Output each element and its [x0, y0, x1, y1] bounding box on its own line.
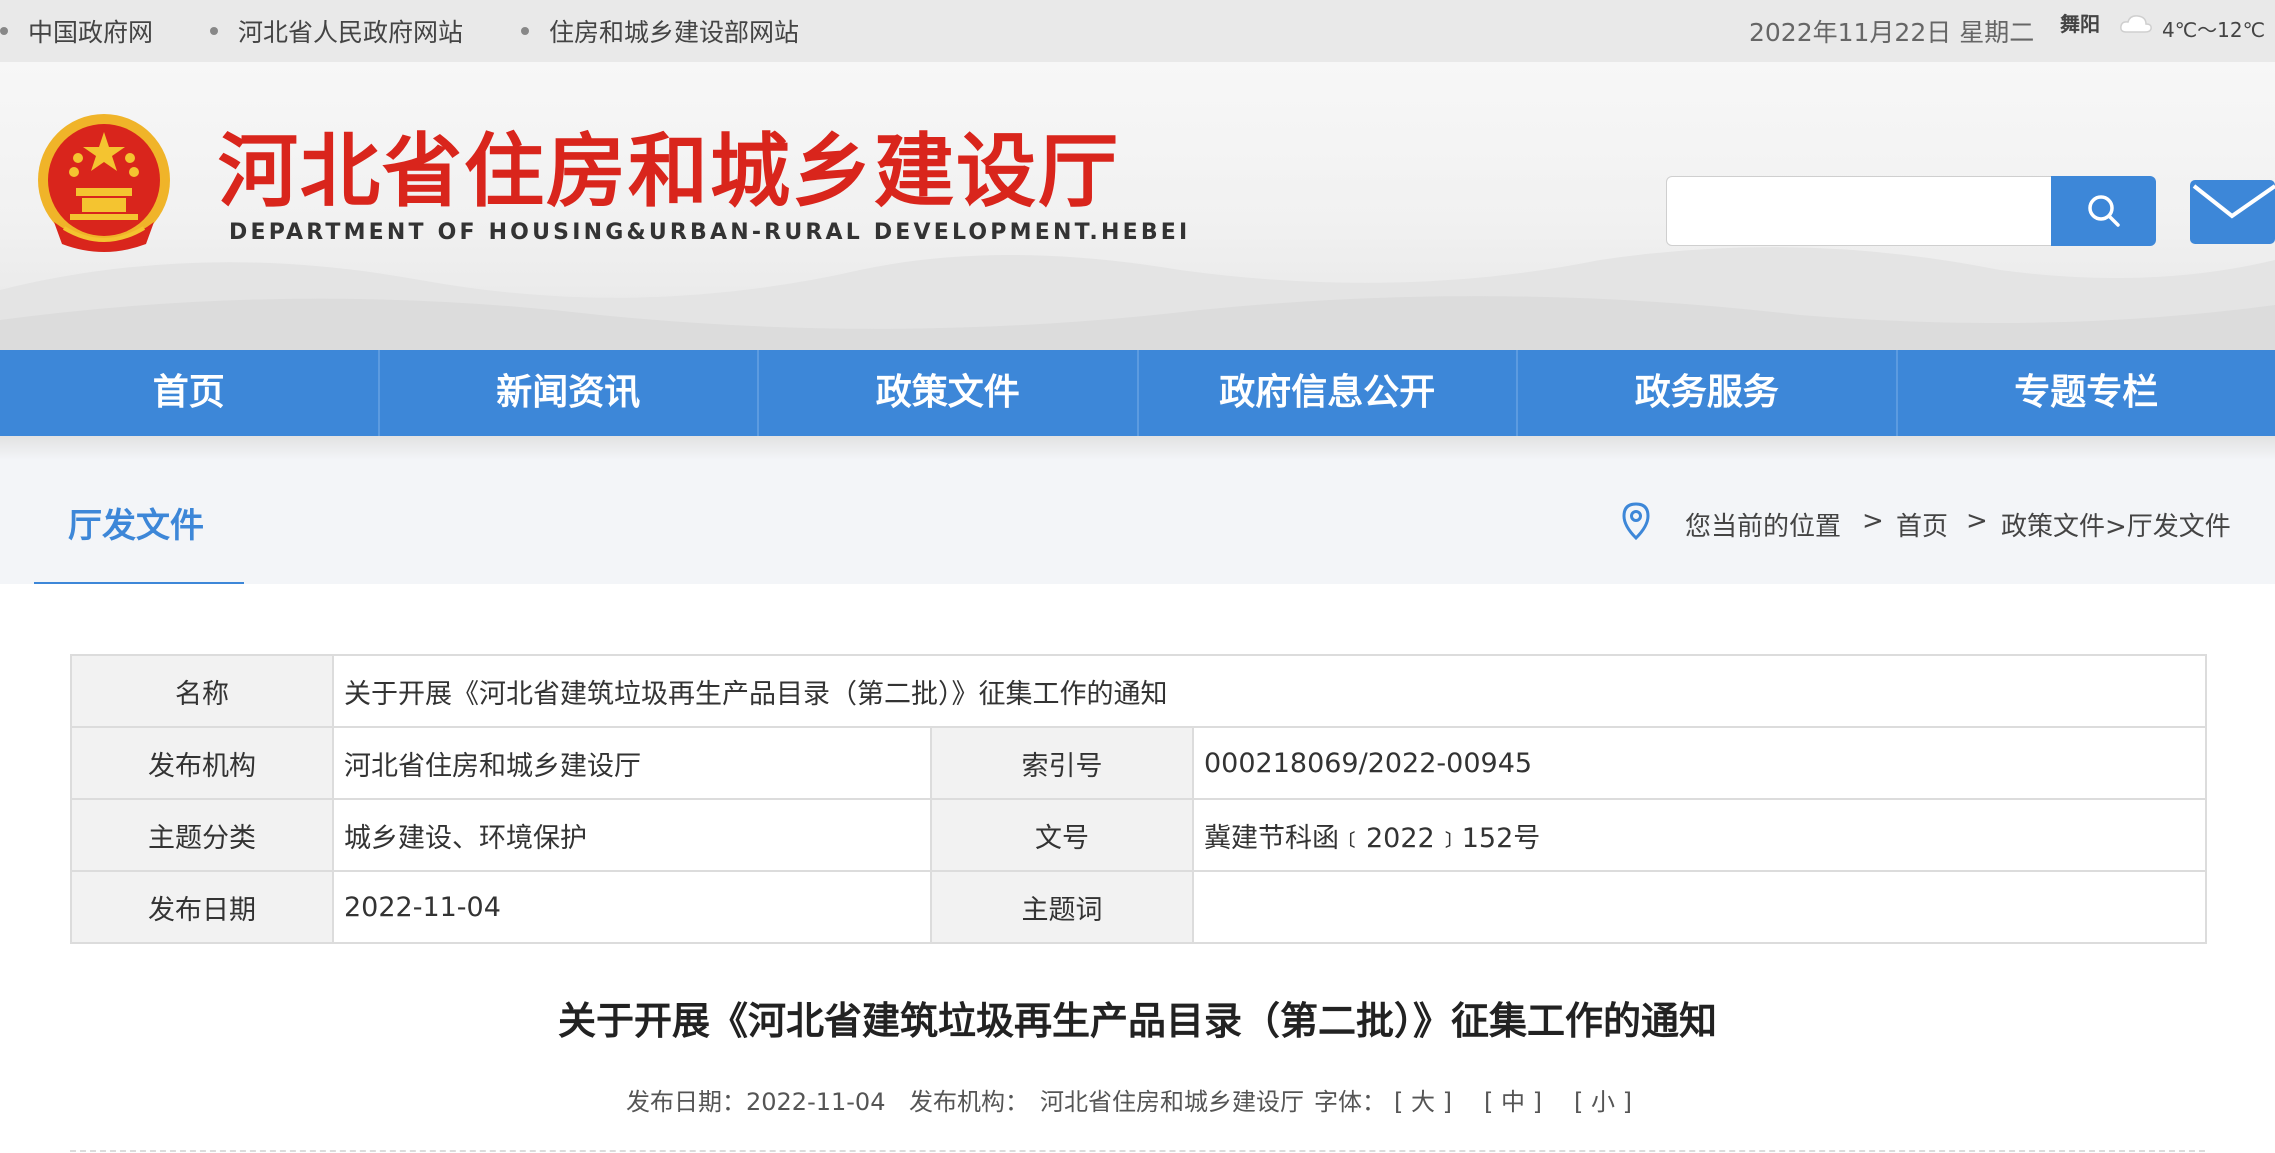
- location-pin-icon: [1622, 502, 1650, 540]
- article-date: 发布日期：2022-11-04: [626, 1088, 886, 1116]
- nav-gov-info[interactable]: 政府信息公开: [1139, 350, 1518, 436]
- breadcrumb-home-link[interactable]: 首页: [1896, 512, 1948, 542]
- table-row: 发布日期 2022-11-04 主题词: [70, 870, 2208, 944]
- search-input[interactable]: [1666, 176, 2052, 246]
- font-small-button[interactable]: [ 小 ]: [1574, 1082, 1632, 1117]
- section-title: 厅发文件: [68, 506, 204, 546]
- breadcrumb-path-link[interactable]: 政策文件>厅发文件: [2001, 512, 2231, 542]
- nav-home[interactable]: 首页: [0, 350, 380, 436]
- article-title: 关于开展《河北省建筑垃圾再生产品目录（第二批）》征集工作的通知: [557, 999, 1717, 1043]
- article-publisher-label: 发布机构：: [909, 1088, 1029, 1116]
- document-info-table: 名称 关于开展《河北省建筑垃圾再生产品目录（第二批）》征集工作的通知 发布机构 …: [70, 654, 2208, 944]
- font-size-label: 字体：: [1314, 1088, 1386, 1116]
- publisher-value: 河北省住房和城乡建设厅: [332, 726, 932, 800]
- search-icon: [2088, 195, 2120, 227]
- nav-topics[interactable]: 专题专栏: [1898, 350, 2275, 436]
- section-underline: [34, 582, 244, 584]
- cloudy-icon: [2120, 15, 2152, 33]
- index-label: 索引号: [930, 726, 1194, 800]
- topic-value: 城乡建设、环境保护: [332, 798, 932, 872]
- name-label: 名称: [70, 654, 334, 728]
- weather-temp: 4℃～12℃: [2162, 18, 2266, 42]
- bullet-icon: [521, 27, 529, 35]
- name-value: 关于开展《河北省建筑垃圾再生产品目录（第二批）》征集工作的通知: [331, 654, 2208, 728]
- top-bar: 中国政府网 河北省人民政府网站 住房和城乡建设部网站 2022年11月22日 星…: [0, 0, 2275, 62]
- search-button[interactable]: [2051, 176, 2156, 246]
- breadcrumb-separator: >: [1862, 506, 1884, 536]
- keywords-label: 主题词: [930, 870, 1194, 944]
- bullet-icon: [0, 27, 8, 35]
- current-date: 2022年11月22日 星期二: [1749, 18, 2035, 47]
- keywords-value: [1191, 870, 2208, 944]
- link-mohurd[interactable]: 住房和城乡建设部网站: [521, 13, 799, 49]
- font-medium-button[interactable]: [ 中 ]: [1484, 1082, 1542, 1117]
- docno-label: 文号: [930, 798, 1194, 872]
- breadcrumb-path[interactable]: 政策文件>厅发文件: [2001, 506, 2231, 543]
- link-hebei-gov[interactable]: 河北省人民政府网站: [210, 13, 463, 49]
- date-label: 发布日期: [70, 870, 334, 944]
- mail-icon[interactable]: [2190, 180, 2275, 244]
- date-value: 2022-11-04: [332, 870, 932, 944]
- breadcrumb-label: 您当前的位置: [1685, 512, 1842, 542]
- publisher-label: 发布机构: [70, 726, 334, 800]
- section-bar: 厅发文件 您当前的位置 > 首页 > 政策文件>厅发文件: [0, 460, 2275, 584]
- table-row: 主题分类 城乡建设、环境保护 文号 冀建节科函﹝2022﹞152号: [70, 798, 2208, 872]
- docno-value: 冀建节科函﹝2022﹞152号: [1191, 798, 2208, 872]
- article-publisher: 河北省住房和城乡建设厅: [1040, 1088, 1304, 1116]
- nav-shadow: [0, 436, 2275, 460]
- font-large-button[interactable]: [ 大 ]: [1394, 1082, 1452, 1117]
- main-nav: 首页 新闻资讯 政策文件 政府信息公开 政务服务 专题专栏: [0, 350, 2275, 436]
- weather-city: 舞阳: [2060, 12, 2100, 36]
- table-row: 发布机构 河北省住房和城乡建设厅 索引号 000218069/2022-0094…: [70, 726, 2208, 800]
- breadcrumb-home[interactable]: 首页: [1896, 506, 1948, 543]
- breadcrumb-separator: >: [1966, 506, 1988, 536]
- nav-policy[interactable]: 政策文件: [759, 350, 1139, 436]
- nav-news[interactable]: 新闻资讯: [380, 350, 759, 436]
- nav-services[interactable]: 政务服务: [1518, 350, 1898, 436]
- index-value: 000218069/2022-00945: [1191, 726, 2208, 800]
- site-subtitle: DEPARTMENT OF HOUSING&URBAN-RURAL DEVELO…: [229, 220, 1191, 245]
- divider: [70, 1150, 2205, 1152]
- topic-label: 主题分类: [70, 798, 334, 872]
- link-china-gov[interactable]: 中国政府网: [0, 13, 153, 49]
- bullet-icon: [210, 27, 218, 35]
- site-title: 河北省住房和城乡建设厅: [218, 125, 1120, 218]
- table-row: 名称 关于开展《河北省建筑垃圾再生产品目录（第二批）》征集工作的通知: [70, 654, 2208, 728]
- site-header: 河北省住房和城乡建设厅 DEPARTMENT OF HOUSING&URBAN-…: [0, 62, 2275, 350]
- national-emblem-icon: [38, 114, 170, 252]
